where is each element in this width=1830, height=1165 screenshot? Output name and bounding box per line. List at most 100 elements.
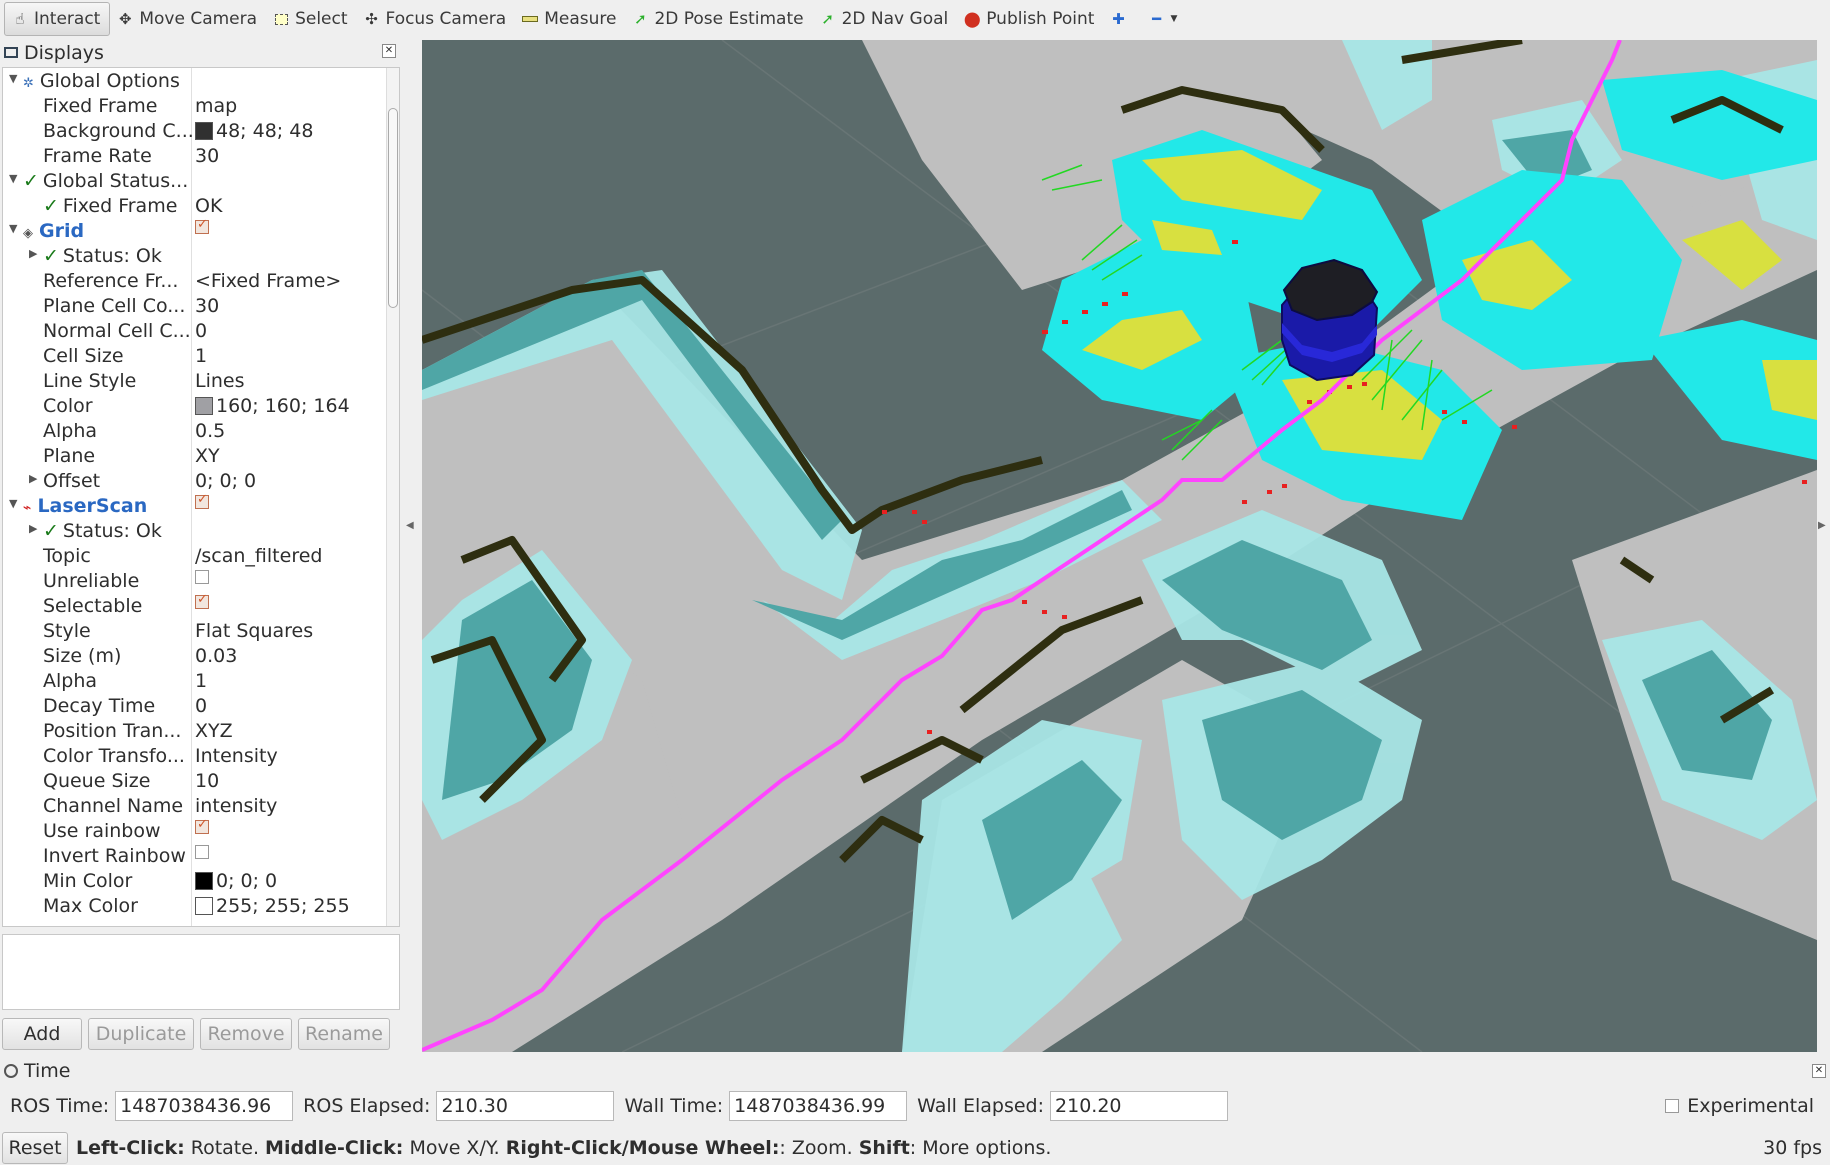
expand-arrow-icon[interactable]: ▶: [29, 247, 37, 260]
tree-row-position-transformer[interactable]: Position Tran... XYZ: [3, 718, 399, 743]
tree-row-min-color[interactable]: Min Color 0; 0; 0: [3, 868, 399, 893]
tree-row-frame-rate[interactable]: Frame Rate 30: [3, 143, 399, 168]
rename-button[interactable]: Rename: [298, 1018, 390, 1050]
laserscan-enabled-checkbox[interactable]: [195, 492, 209, 509]
tree-row-size[interactable]: Size (m) 0.03: [3, 643, 399, 668]
experimental-option[interactable]: Experimental: [1665, 1095, 1814, 1117]
map-render: [422, 40, 1817, 1052]
expand-arrow-icon[interactable]: ▼: [9, 222, 17, 235]
measure-tool-button[interactable]: Measure: [515, 2, 625, 36]
tree-row-offset[interactable]: ▶ Offset 0; 0; 0: [3, 468, 399, 493]
tree-row-grid-color[interactable]: Color 160; 160; 164: [3, 393, 399, 418]
fixed-frame-value[interactable]: map: [195, 95, 237, 117]
tree-row-grid-alpha[interactable]: Alpha 0.5: [3, 418, 399, 443]
splitter-right-arrow-icon[interactable]: ▶: [1818, 520, 1826, 531]
ros-time-field[interactable]: 1487038436.96: [115, 1091, 294, 1121]
tree-row-use-rainbow[interactable]: Use rainbow: [3, 817, 399, 843]
checkmark-icon: ✓: [43, 245, 59, 267]
2d-pose-estimate-tool-button[interactable]: ➚ 2D Pose Estimate: [625, 2, 812, 36]
close-icon[interactable]: ✕: [382, 44, 396, 58]
expand-arrow-icon[interactable]: ▼: [9, 72, 17, 85]
color-swatch: [195, 397, 213, 415]
tree-row-selectable[interactable]: Selectable: [3, 592, 399, 618]
select-tool-button[interactable]: Select: [266, 2, 356, 36]
duplicate-button[interactable]: Duplicate: [88, 1018, 194, 1050]
tree-row-unreliable[interactable]: Unreliable: [3, 568, 399, 593]
publish-point-tool-button[interactable]: ⬤ Publish Point: [957, 2, 1103, 36]
checkmark-icon: ✓: [23, 170, 39, 192]
expand-arrow-icon[interactable]: ▶: [29, 472, 37, 485]
tree-row-plane[interactable]: Plane XY: [3, 443, 399, 468]
green-arrow-icon: ➚: [634, 10, 647, 28]
tree-row-plane-cell-count[interactable]: Plane Cell Co... 30: [3, 293, 399, 318]
render-viewport[interactable]: [422, 40, 1817, 1052]
interact-tool-button[interactable]: ☝ Interact: [4, 2, 111, 36]
time-panel-header: Time ✕: [0, 1058, 1830, 1084]
remove-button[interactable]: Remove: [200, 1018, 292, 1050]
tree-row-cell-size[interactable]: Cell Size 1: [3, 343, 399, 368]
close-icon[interactable]: ✕: [1812, 1064, 1826, 1078]
time-panel: Time ✕ ROS Time: 1487038436.96 ROS Elaps…: [0, 1058, 1830, 1122]
robot-model: [1281, 258, 1379, 382]
expand-arrow-icon[interactable]: ▼: [9, 497, 17, 510]
focus-camera-tool-button[interactable]: ✣ Focus Camera: [357, 2, 516, 36]
tree-row-global-options[interactable]: ▼ ✲ Global Options: [3, 68, 399, 93]
tree-row-laserscan-status[interactable]: ▶ ✓ Status: Ok: [3, 518, 399, 543]
select-box-icon: [272, 10, 290, 28]
remove-tool-dropdown[interactable]: ━ ▼: [1141, 2, 1186, 36]
tree-row-grid[interactable]: ▼ ◈ Grid: [3, 217, 399, 243]
grid-enabled-checkbox[interactable]: [195, 217, 209, 234]
hand-icon: ☝: [15, 10, 25, 28]
tree-row-scan-alpha[interactable]: Alpha 1: [3, 668, 399, 693]
tree-row-max-color[interactable]: Max Color 255; 255; 255: [3, 893, 399, 918]
experimental-checkbox[interactable]: [1665, 1099, 1680, 1113]
display-tree: ▼ ✲ Global Options Fixed Frame map Backgr…: [2, 67, 400, 927]
move-camera-tool-button[interactable]: ✥ Move Camera: [110, 2, 266, 36]
ruler-icon: [521, 10, 539, 28]
2d-nav-goal-tool-button[interactable]: ➚ 2D Nav Goal: [813, 2, 958, 36]
move-icon: ✥: [119, 10, 132, 28]
tree-row-fixed-frame-status[interactable]: ✓ Fixed Frame OK: [3, 193, 399, 218]
checkmark-icon: ✓: [43, 195, 59, 217]
unreliable-checkbox[interactable]: [195, 570, 209, 584]
tree-row-color-transformer[interactable]: Color Transfo... Intensity: [3, 743, 399, 768]
tree-row-channel-name[interactable]: Channel Name intensity: [3, 793, 399, 818]
tree-row-global-status[interactable]: ▼ ✓ Global Status...: [3, 168, 399, 193]
tree-row-fixed-frame[interactable]: Fixed Frame map: [3, 93, 399, 118]
displays-panel: Displays ✕ ▼ ✲ Global Options Fixed Frame…: [0, 38, 400, 1054]
tree-row-line-style[interactable]: Line Style Lines: [3, 368, 399, 393]
color-swatch: [195, 897, 213, 915]
tree-scrollbar[interactable]: [386, 68, 399, 926]
monitor-icon: [4, 47, 18, 58]
wall-elapsed-field[interactable]: 210.20: [1050, 1091, 1229, 1121]
ros-elapsed-field[interactable]: 210.30: [436, 1091, 615, 1121]
color-swatch: [195, 872, 213, 890]
wall-time-field[interactable]: 1487038436.99: [729, 1091, 908, 1121]
clock-icon: [4, 1064, 18, 1078]
tree-row-grid-status[interactable]: ▶ ✓ Status: Ok: [3, 243, 399, 268]
checkmark-icon: ✓: [43, 520, 59, 542]
grid-icon: ◈: [23, 226, 33, 241]
tree-row-invert-rainbow[interactable]: Invert Rainbow: [3, 843, 399, 868]
tree-row-topic[interactable]: Topic /scan_filtered: [3, 543, 399, 568]
tree-row-reference-frame[interactable]: Reference Fr... <Fixed Frame>: [3, 268, 399, 293]
expand-arrow-icon[interactable]: ▶: [29, 522, 37, 535]
invert-rainbow-checkbox[interactable]: [195, 845, 209, 859]
selectable-checkbox[interactable]: [195, 592, 209, 609]
reset-button[interactable]: Reset: [2, 1132, 68, 1164]
splitter-left-arrow-icon[interactable]: ◀: [406, 520, 414, 531]
add-button[interactable]: Add: [2, 1018, 82, 1050]
mouse-hint: Left-Click: Rotate. Middle-Click: Move X…: [76, 1137, 1052, 1159]
tree-row-decay-time[interactable]: Decay Time 0: [3, 693, 399, 718]
tree-row-background-color[interactable]: Background C... 48; 48; 48: [3, 118, 399, 143]
tree-row-laserscan[interactable]: ▼ ⌁ LaserScan: [3, 492, 399, 518]
tree-row-style[interactable]: Style Flat Squares: [3, 618, 399, 643]
add-tool-button[interactable]: ✚: [1103, 2, 1141, 36]
tree-row-queue-size[interactable]: Queue Size 10: [3, 768, 399, 793]
use-rainbow-checkbox[interactable]: [195, 817, 209, 834]
map-pin-icon: ⬤: [963, 10, 981, 28]
tree-row-normal-cell-count[interactable]: Normal Cell C... 0: [3, 318, 399, 343]
time-title: Time: [24, 1060, 71, 1082]
scrollbar-thumb[interactable]: [388, 108, 398, 308]
expand-arrow-icon[interactable]: ▼: [9, 172, 17, 185]
